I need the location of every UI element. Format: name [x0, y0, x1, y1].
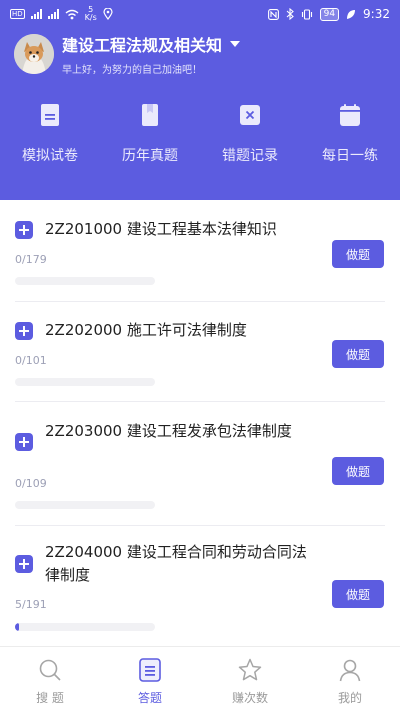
profile-block[interactable]: 建设工程法规及相关知 早上好，为努力的自己加油吧！: [14, 32, 241, 76]
chapter-title: 2Z203000 建设工程发承包法律制度: [45, 422, 292, 440]
battery-indicator: 94: [319, 7, 340, 21]
expand-plus-icon[interactable]: [15, 555, 33, 573]
nav-label-answer: 答题: [137, 691, 162, 705]
chapter-title: 2Z204000 建设工程合同和劳动合同法律制度: [45, 543, 307, 584]
progress-bar: [15, 501, 155, 509]
nav-item-answer[interactable]: 答题: [100, 647, 200, 710]
progress-bar: [15, 277, 155, 285]
do-exercise-button[interactable]: 做题: [332, 240, 384, 268]
nav-label-search: 搜 题: [36, 691, 64, 705]
nav-item-earn[interactable]: 赚次数: [200, 647, 300, 710]
user-icon: [339, 659, 361, 682]
nav-item-mine[interactable]: 我的: [300, 647, 400, 710]
quick-label-past-papers: 历年真题: [122, 148, 178, 164]
quick-label-error-records: 错题记录: [222, 148, 278, 164]
error-note-icon: [240, 105, 260, 125]
status-bar: HD 5 K/s 94 9:32: [0, 0, 400, 30]
quick-item-past-papers[interactable]: 历年真题: [100, 103, 200, 165]
chapter-title: 2Z202000 施工许可法律制度: [45, 321, 247, 339]
do-exercise-button[interactable]: 做题: [332, 340, 384, 368]
network-speed: 5 K/s: [84, 5, 97, 22]
avatar[interactable]: [14, 34, 54, 74]
progress-bar-fill: [15, 623, 19, 631]
document-icon: [41, 104, 59, 126]
greeting-text: 早上好，为努力的自己加油吧！: [62, 65, 202, 76]
quick-nav: 模拟试卷 历年真题 错题记录 每日一练: [0, 103, 400, 165]
book-icon: [142, 104, 158, 126]
caret-down-icon[interactable]: [230, 41, 241, 47]
location-icon: [103, 8, 113, 20]
hd-indicator: HD: [10, 9, 25, 19]
progress-bar: [15, 378, 155, 386]
nav-item-search[interactable]: 搜 题: [0, 647, 100, 710]
expand-plus-icon[interactable]: [15, 322, 33, 340]
nav-label-mine: 我的: [337, 691, 362, 705]
list-item: 2Z203000 建设工程发承包法律制度 0/109 做题: [0, 402, 400, 526]
list-item: 2Z201000 建设工程基本法律知识 0/179 做题: [0, 200, 400, 302]
wifi-icon: [65, 9, 79, 19]
quick-label-daily-practice: 每日一练: [322, 148, 378, 164]
quick-item-error-records[interactable]: 错题记录: [200, 103, 300, 165]
answer-sheet-icon: [139, 658, 161, 682]
signal-icon: [30, 9, 42, 19]
bluetooth-icon: [286, 8, 294, 20]
quick-item-mock-exam[interactable]: 模拟试卷: [0, 103, 100, 165]
progress-count: 0/101: [15, 354, 47, 367]
header: HD 5 K/s 94 9:32 建设工程法规及相关知 早上好，为努力的自己加油…: [0, 0, 400, 200]
search-icon: [39, 659, 61, 681]
clock: 9:32: [363, 7, 390, 21]
progress-count: 0/179: [15, 253, 47, 266]
nfc-icon: [267, 8, 279, 20]
list-item: 2Z202000 施工许可法律制度 0/101 做题: [0, 302, 400, 402]
bottom-nav: 搜 题 答题 赚次数 我的: [0, 646, 400, 710]
star-icon: [238, 658, 262, 681]
avatar-dog-icon: [14, 34, 54, 74]
do-exercise-button[interactable]: 做题: [332, 457, 384, 485]
page-title: 建设工程法规及相关知: [62, 36, 223, 55]
progress-count: 5/191: [15, 598, 47, 611]
nav-label-earn: 赚次数: [231, 691, 268, 705]
quick-label-mock-exam: 模拟试卷: [22, 148, 78, 164]
leaf-icon: [347, 9, 356, 19]
expand-plus-icon[interactable]: [15, 221, 33, 239]
quick-item-daily-practice[interactable]: 每日一练: [300, 103, 400, 165]
expand-plus-icon[interactable]: [15, 433, 33, 451]
calendar-icon: [340, 104, 360, 126]
subject-selector[interactable]: 建设工程法规及相关知: [62, 32, 241, 56]
list-item: 2Z204000 建设工程合同和劳动合同法律制度 5/191 做题: [0, 526, 400, 646]
progress-count: 0/109: [15, 477, 47, 490]
signal-icon-2: [47, 9, 59, 19]
do-exercise-button[interactable]: 做题: [332, 580, 384, 608]
progress-bar: [15, 623, 155, 631]
vibrate-icon: [301, 8, 312, 20]
chapter-title: 2Z201000 建设工程基本法律知识: [45, 220, 277, 238]
